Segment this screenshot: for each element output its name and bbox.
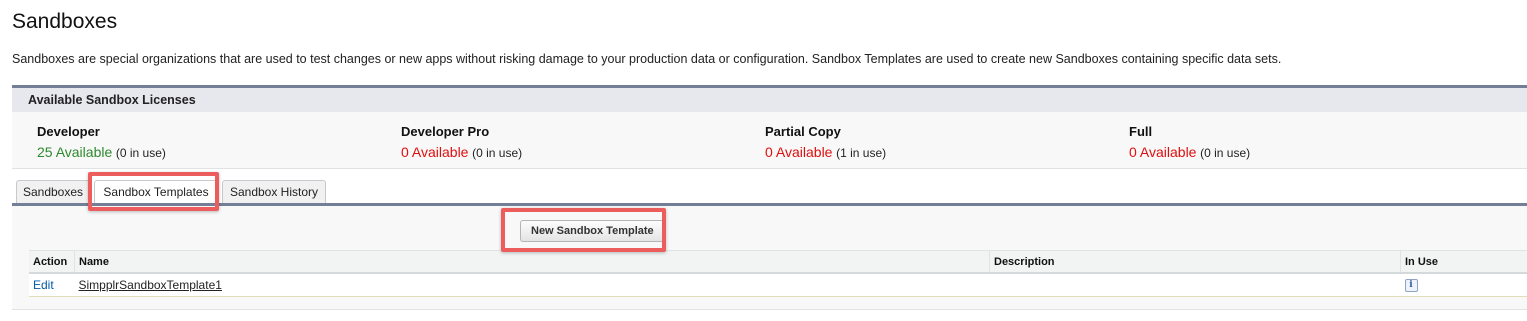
license-name: Developer Pro	[401, 124, 490, 139]
tab-sandboxes[interactable]: Sandboxes	[16, 180, 90, 203]
license-in-use: (0 in use)	[115, 146, 166, 160]
license-name: Partial Copy	[765, 124, 841, 139]
sandbox-licenses-section: Available Sandbox Licenses Developer 25 …	[12, 85, 1527, 169]
templates-table: Action Name Description In Use Edit Simp…	[29, 250, 1527, 297]
template-description	[989, 273, 1401, 297]
table-row: Edit SimpplrSandboxTemplate1 i	[29, 273, 1527, 297]
license-name: Full	[1129, 124, 1153, 139]
table-header-row: Action Name Description In Use	[29, 250, 1527, 274]
license-available: 0 Available	[765, 144, 833, 160]
templates-panel: New Sandbox Template Action Name Descrip…	[12, 203, 1527, 310]
tab-sandbox-history[interactable]: Sandbox History	[222, 180, 326, 203]
license-name: Developer	[37, 124, 100, 139]
column-header-name: Name	[74, 250, 990, 274]
info-icon[interactable]: i	[1404, 279, 1418, 292]
license-available: 0 Available	[401, 144, 469, 160]
license-in-use: (0 in use)	[1200, 146, 1251, 160]
new-sandbox-template-button[interactable]: New Sandbox Template	[520, 220, 665, 242]
tab-sandbox-templates[interactable]: Sandbox Templates	[94, 180, 218, 204]
licenses-header: Available Sandbox Licenses	[12, 88, 1527, 112]
license-available: 0 Available	[1129, 144, 1197, 160]
license-full: Full 0 Available (0 in use)	[1129, 124, 1469, 160]
page-title: Sandboxes	[12, 10, 118, 33]
license-in-use: (1 in use)	[836, 146, 887, 160]
license-available: 25 Available	[37, 144, 113, 160]
column-header-description: Description	[989, 250, 1401, 274]
page-description: Sandboxes are special organizations that…	[12, 52, 1282, 66]
column-header-in-use: In Use	[1400, 250, 1527, 274]
license-developer: Developer 25 Available (0 in use)	[37, 124, 377, 160]
license-developer-pro: Developer Pro 0 Available (0 in use)	[401, 124, 741, 160]
template-name-link[interactable]: SimpplrSandboxTemplate1	[79, 278, 222, 292]
column-header-action: Action	[29, 250, 75, 274]
license-partial-copy: Partial Copy 0 Available (1 in use)	[765, 124, 1105, 160]
license-in-use: (0 in use)	[472, 146, 523, 160]
edit-link[interactable]: Edit	[33, 278, 54, 292]
